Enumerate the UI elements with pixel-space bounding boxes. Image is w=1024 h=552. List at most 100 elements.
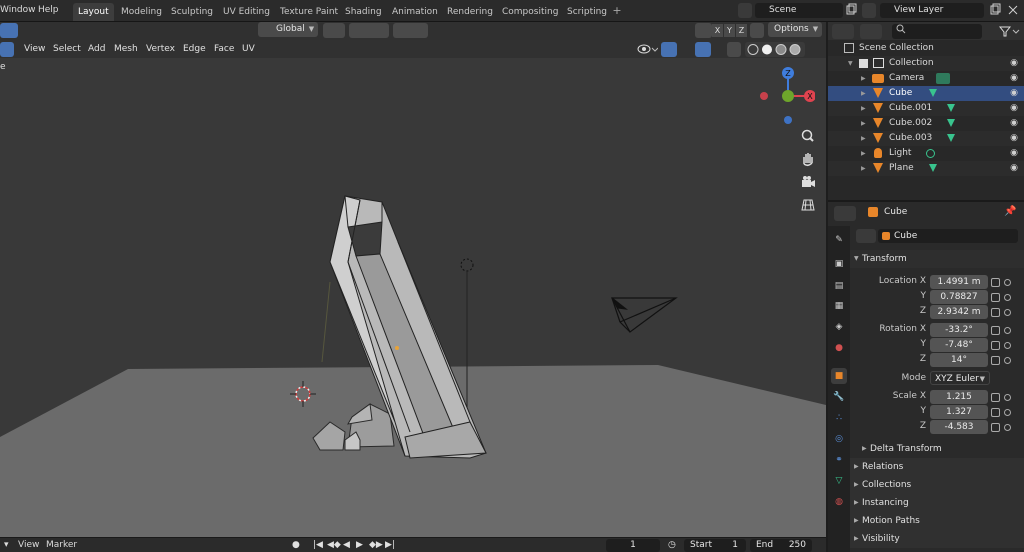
- scale-x-field[interactable]: 1.215: [930, 390, 988, 404]
- menu-vertex[interactable]: Vertex: [146, 42, 175, 57]
- options-dropdown[interactable]: Options ▼: [768, 22, 822, 37]
- expand-arrow-icon[interactable]: ▶: [861, 101, 866, 116]
- 3d-viewport[interactable]: Global ▼ X Y Z Options ▼ View Select Add M…: [0, 22, 826, 537]
- zoom-icon[interactable]: [798, 126, 818, 146]
- properties-editor-type-icon[interactable]: [834, 206, 856, 221]
- outliner-item-cube-002[interactable]: ▶ Cube.002 ◉: [828, 116, 1024, 131]
- navigation-gizmo[interactable]: Z X: [755, 64, 815, 124]
- menu-edge[interactable]: Edge: [183, 42, 206, 57]
- expand-arrow-icon[interactable]: ▼: [848, 56, 853, 71]
- timeline-menu-marker[interactable]: Marker: [46, 540, 77, 550]
- edit-mode-icon[interactable]: [0, 42, 14, 57]
- keyframe-dot-icon[interactable]: [1004, 279, 1011, 286]
- keyframe-dot-icon[interactable]: [1004, 342, 1011, 349]
- location-y-field[interactable]: 0.78827: [930, 290, 988, 304]
- tab-texture-paint[interactable]: Texture Paint: [275, 3, 343, 21]
- scale-z-field[interactable]: -4.583: [930, 420, 988, 434]
- expand-arrow-icon[interactable]: ▶: [861, 86, 866, 101]
- lock-icon[interactable]: [991, 393, 1000, 402]
- end-frame-field[interactable]: End 250: [750, 539, 812, 552]
- data-tab-icon[interactable]: ▽: [831, 473, 847, 489]
- visibility-filter-icon[interactable]: [636, 42, 659, 57]
- object-origin-icon[interactable]: [695, 23, 712, 38]
- jump-keyframe-back-button[interactable]: ◀◆: [327, 540, 341, 550]
- output-tab-icon[interactable]: ▤: [831, 278, 847, 294]
- jump-end-button[interactable]: ▶|: [385, 540, 395, 550]
- rotation-z-field[interactable]: 14°: [930, 353, 988, 367]
- lock-icon[interactable]: [991, 423, 1000, 432]
- timeline-editor-icon[interactable]: ▾: [4, 540, 9, 550]
- add-workspace-button[interactable]: +: [610, 3, 624, 19]
- material-tab-icon[interactable]: ◍: [831, 494, 847, 510]
- keyframe-dot-icon[interactable]: [1004, 309, 1011, 316]
- scene-canvas[interactable]: [0, 22, 826, 537]
- expand-arrow-icon[interactable]: ▶: [861, 116, 866, 131]
- new-scene-icon[interactable]: [844, 3, 858, 18]
- outliner-item-scene-collection[interactable]: Scene Collection: [828, 41, 1024, 56]
- view-layer-browse-icon[interactable]: [862, 3, 876, 18]
- lock-icon[interactable]: [991, 278, 1000, 287]
- menu-window[interactable]: Window: [0, 5, 36, 15]
- mirror-x-toggle[interactable]: X: [712, 24, 723, 37]
- scene-tab-icon[interactable]: ◈: [831, 319, 847, 335]
- delta-transform-header[interactable]: ▶ Delta Transform: [858, 440, 1018, 458]
- menu-view[interactable]: View: [24, 42, 45, 57]
- shading-mode-group[interactable]: [745, 42, 805, 57]
- modifier-tab-icon[interactable]: 🔧: [831, 389, 847, 405]
- lock-icon[interactable]: [991, 326, 1000, 335]
- pivot-point-icon[interactable]: [323, 23, 345, 38]
- outliner-item-cube-003[interactable]: ▶ Cube.003 ◉: [828, 131, 1024, 146]
- filter-icon[interactable]: [998, 24, 1020, 39]
- menu-mesh[interactable]: Mesh: [114, 42, 138, 57]
- outliner-item-collection[interactable]: ▼ Collection ◉: [828, 56, 1024, 71]
- play-button[interactable]: ▶: [356, 540, 363, 550]
- physics-tab-icon[interactable]: ◎: [831, 431, 847, 447]
- tab-animation[interactable]: Animation: [387, 3, 443, 21]
- object-name-field[interactable]: Cube: [878, 229, 1018, 243]
- outliner-item-cube[interactable]: ▶ Cube ◉: [828, 86, 1024, 101]
- expand-arrow-icon[interactable]: ▶: [861, 161, 866, 176]
- menu-face[interactable]: Face: [214, 42, 234, 57]
- start-frame-field[interactable]: Start 1: [684, 539, 746, 552]
- outliner-item-cube-001[interactable]: ▶ Cube.001 ◉: [828, 101, 1024, 116]
- keyframe-dot-icon[interactable]: [1004, 294, 1011, 301]
- visibility-panel-header[interactable]: ▶ Visibility: [850, 530, 1024, 548]
- lock-icon[interactable]: [991, 408, 1000, 417]
- eye-icon[interactable]: ◉: [1010, 86, 1018, 101]
- eye-icon[interactable]: ◉: [1010, 116, 1018, 131]
- keyframe-dot-icon[interactable]: [1004, 327, 1011, 334]
- lock-icon[interactable]: [991, 293, 1000, 302]
- new-view-layer-icon[interactable]: [988, 3, 1002, 18]
- particles-tab-icon[interactable]: ∴: [831, 410, 847, 426]
- tab-shading[interactable]: Shading: [340, 3, 387, 21]
- rotation-y-field[interactable]: -7.48°: [930, 338, 988, 352]
- mirror-y-toggle[interactable]: Y: [724, 24, 735, 37]
- eye-icon[interactable]: ◉: [1010, 71, 1018, 86]
- rotation-mode-dropdown[interactable]: XYZ Euler ▼: [930, 371, 990, 385]
- eye-icon[interactable]: ◉: [1010, 161, 1018, 176]
- record-button[interactable]: ●: [292, 540, 300, 550]
- expand-arrow-icon[interactable]: ▶: [861, 131, 866, 146]
- timeline-menu-view[interactable]: View: [18, 540, 39, 550]
- tab-compositing[interactable]: Compositing: [497, 3, 563, 21]
- proportional-edit-icon[interactable]: [393, 23, 428, 38]
- constraints-tab-icon[interactable]: ⚭: [831, 452, 847, 468]
- eye-icon[interactable]: ◉: [1010, 56, 1018, 71]
- tab-sculpting[interactable]: Sculpting: [166, 3, 218, 21]
- jump-keyframe-forward-button[interactable]: ◆▶: [369, 540, 383, 550]
- play-reverse-button[interactable]: ◀: [343, 540, 350, 550]
- scale-y-field[interactable]: 1.327: [930, 405, 988, 419]
- motion-paths-panel-header[interactable]: ▶ Motion Paths: [850, 512, 1024, 530]
- outliner-editor-type-icon[interactable]: [832, 24, 854, 39]
- keyframe-dot-icon[interactable]: [1004, 357, 1011, 364]
- tab-rendering[interactable]: Rendering: [442, 3, 498, 21]
- mirror-z-toggle[interactable]: Z: [736, 24, 747, 37]
- transform-orientation-dropdown[interactable]: Global ▼: [258, 22, 318, 37]
- relations-panel-header[interactable]: ▶ Relations: [850, 458, 1024, 476]
- view-layer-field[interactable]: View Layer: [880, 3, 984, 18]
- editor-type-icon[interactable]: [0, 23, 18, 38]
- keyframe-dot-icon[interactable]: [1004, 424, 1011, 431]
- display-mode-icon[interactable]: [860, 24, 882, 39]
- clock-icon[interactable]: ◷: [668, 540, 676, 550]
- camera-view-icon[interactable]: [798, 172, 818, 192]
